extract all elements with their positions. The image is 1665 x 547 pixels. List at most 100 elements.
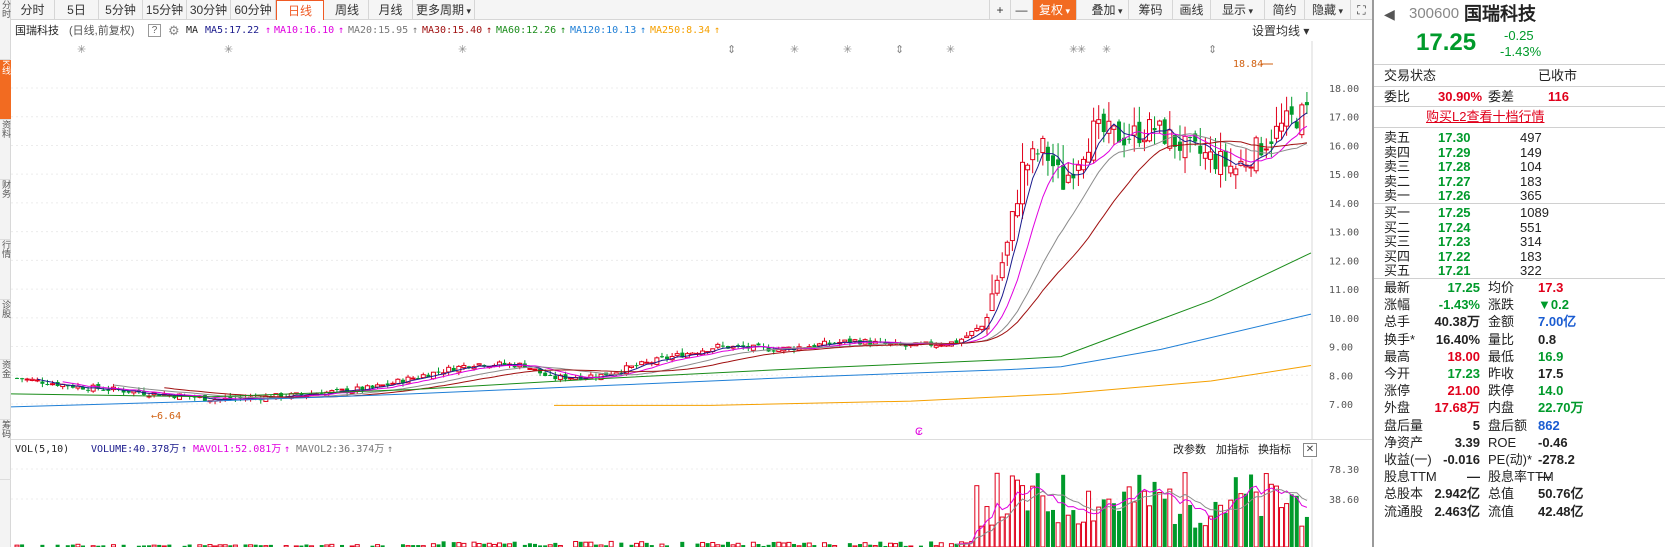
stat-value: 2.463亿 — [1434, 503, 1480, 519]
volume-bar — [553, 542, 558, 547]
candle-body — [1188, 137, 1193, 139]
stat-row: 收益(一) -0.016 PE(动)* -278.2 — [1374, 451, 1665, 468]
toolbar-button-2[interactable]: 筹码 — [1129, 0, 1173, 20]
buys-row: 买三 17.23 314 — [1374, 234, 1665, 249]
left-tab-1[interactable]: K线 — [0, 60, 11, 120]
stat-value: — — [1538, 469, 1551, 485]
max-price-label: 18.84 — [1233, 59, 1263, 70]
toolbar-button-5[interactable]: 简约 — [1265, 0, 1305, 20]
volume-bar — [994, 472, 1000, 547]
quote-panel: ◀ 300600 国瑞科技 17.25 -0.25 -1.43% 交易状态 已收… — [1372, 0, 1665, 547]
volume-bar — [776, 541, 782, 547]
candle-body — [548, 374, 553, 376]
stock-code: 300600 — [1409, 5, 1460, 22]
candle-body — [989, 293, 995, 312]
event-marker-icon: ⇕ — [727, 44, 736, 56]
volume-bar — [1025, 510, 1030, 547]
volume-bar — [1259, 515, 1264, 547]
zoom-out-button[interactable]: — — [1011, 0, 1033, 20]
buys-price: 17.23 — [1438, 234, 1471, 249]
left-tab-5[interactable]: 诊股 — [0, 300, 11, 360]
toolbar-button-label: 画线 — [1179, 3, 1204, 17]
stat-label: 总股本 — [1384, 486, 1424, 502]
toolbar-button-4[interactable]: 显示 ▾ — [1211, 0, 1265, 20]
volume-bar — [680, 541, 685, 547]
vol-y-tick: 38.60 — [1329, 495, 1359, 506]
volume-bar — [1284, 503, 1290, 547]
left-tab-7[interactable]: 筹码 — [0, 420, 11, 480]
period-tab-9[interactable]: 更多周期 ▾ — [413, 0, 475, 20]
toolbar-button-1[interactable]: 叠加 ▾ — [1086, 0, 1129, 20]
volume-bar — [887, 542, 893, 547]
left-tab-2[interactable]: 资料 — [0, 120, 11, 180]
candle-body — [1213, 153, 1218, 170]
toolbar-button-0[interactable]: 复权 ▾ — [1033, 0, 1077, 20]
volume-bar — [984, 506, 990, 547]
volume-bar — [1141, 490, 1147, 547]
toolbar-button-label: 简约 — [1272, 3, 1297, 17]
period-tab-7[interactable]: 周线 — [326, 0, 369, 20]
stat-label: 股息TTM — [1384, 469, 1437, 485]
left-tab-0[interactable]: 分时 — [0, 0, 11, 60]
volume-bar — [1249, 474, 1254, 547]
volume-chart[interactable]: 78.30 38.60 — [11, 459, 1372, 547]
candle-body — [20, 378, 25, 380]
buys-volume: 183 — [1520, 248, 1542, 264]
ma-setting-button[interactable]: 设置均线 ▾ — [1252, 21, 1309, 41]
volume-bar — [486, 542, 492, 547]
ma-end-arrow-icon: ↑ — [714, 25, 721, 36]
back-arrow-icon[interactable]: ◀ — [1384, 4, 1395, 24]
candle-body — [50, 383, 56, 386]
stat-value: 14.0 — [1538, 383, 1564, 399]
candle-body — [1111, 125, 1117, 130]
add-indicator-button[interactable]: 加指标 — [1216, 440, 1249, 460]
toolbar-button-6[interactable]: 隐藏 ▾ — [1305, 0, 1351, 20]
buys-row: 买二 17.24 551 — [1374, 220, 1665, 235]
l2-upgrade-link[interactable]: 购买L2查看十档行情 — [1426, 108, 1544, 125]
help-icon[interactable]: ? — [148, 24, 161, 37]
period-tab-1[interactable]: 5日 — [55, 0, 99, 20]
gear-icon[interactable]: ⚙ — [168, 21, 180, 41]
stat-label: 涨幅 — [1384, 297, 1411, 313]
stat-value: 21.00 — [1447, 383, 1480, 399]
change-params-button[interactable]: 改参数 — [1173, 440, 1206, 460]
sells-price: 17.28 — [1438, 159, 1471, 174]
buys-label: 买一 — [1384, 205, 1411, 220]
toolbar-button-3[interactable]: 画线 — [1173, 0, 1211, 20]
y-tick-label: 8.00 — [1329, 371, 1353, 382]
close-icon[interactable]: ✕ — [1303, 443, 1317, 457]
buys-volume: 1089 — [1520, 205, 1549, 220]
period-tab-8[interactable]: 月线 — [369, 0, 413, 20]
kline-chart[interactable]: 18.00 17.00 16.00 15.00 14.00 13.00 12.00 11.00… — [11, 41, 1372, 439]
period-tab-3[interactable]: 15分钟 — [143, 0, 187, 20]
period-tab-2[interactable]: 5分钟 — [99, 0, 143, 20]
left-tab-6[interactable]: 资金 — [0, 360, 11, 420]
candle-body — [34, 379, 40, 382]
ma-label: MA — [186, 25, 199, 36]
sells-volume: 365 — [1520, 188, 1542, 203]
volume-bar — [898, 541, 903, 547]
event-marker-icon: ✳ — [458, 44, 467, 56]
period-tab-4[interactable]: 30分钟 — [187, 0, 231, 20]
left-tab-3[interactable]: 财务 — [0, 180, 11, 240]
candle-body — [1065, 174, 1071, 183]
period-tab-label: 60分钟 — [234, 3, 272, 17]
stat-value: 17.25 — [1447, 280, 1480, 295]
stat-value: 7.00亿 — [1538, 314, 1577, 330]
buys-label: 买二 — [1384, 219, 1411, 235]
switch-indicator-button[interactable]: 换指标 — [1258, 440, 1291, 460]
toolbar-button-label: 筹码 — [1138, 3, 1163, 17]
period-tab-0[interactable]: 分时 — [11, 0, 55, 20]
candle-body — [1284, 110, 1290, 127]
period-tab-6[interactable]: 日线 — [276, 0, 324, 20]
volume-bar — [619, 542, 624, 547]
candle-body — [334, 389, 339, 391]
left-tab-4[interactable]: 行情 — [0, 240, 11, 300]
zoom-in-button[interactable]: + — [989, 0, 1011, 20]
period-tab-5[interactable]: 60分钟 — [231, 0, 276, 20]
sells-row: 卖一 17.26 365 — [1374, 188, 1665, 203]
fullscreen-icon[interactable]: ⛶ — [1351, 0, 1372, 20]
volume-bar — [821, 542, 827, 547]
chart-mode: (日线,前复权) — [69, 25, 135, 37]
volume-bar — [781, 542, 787, 547]
